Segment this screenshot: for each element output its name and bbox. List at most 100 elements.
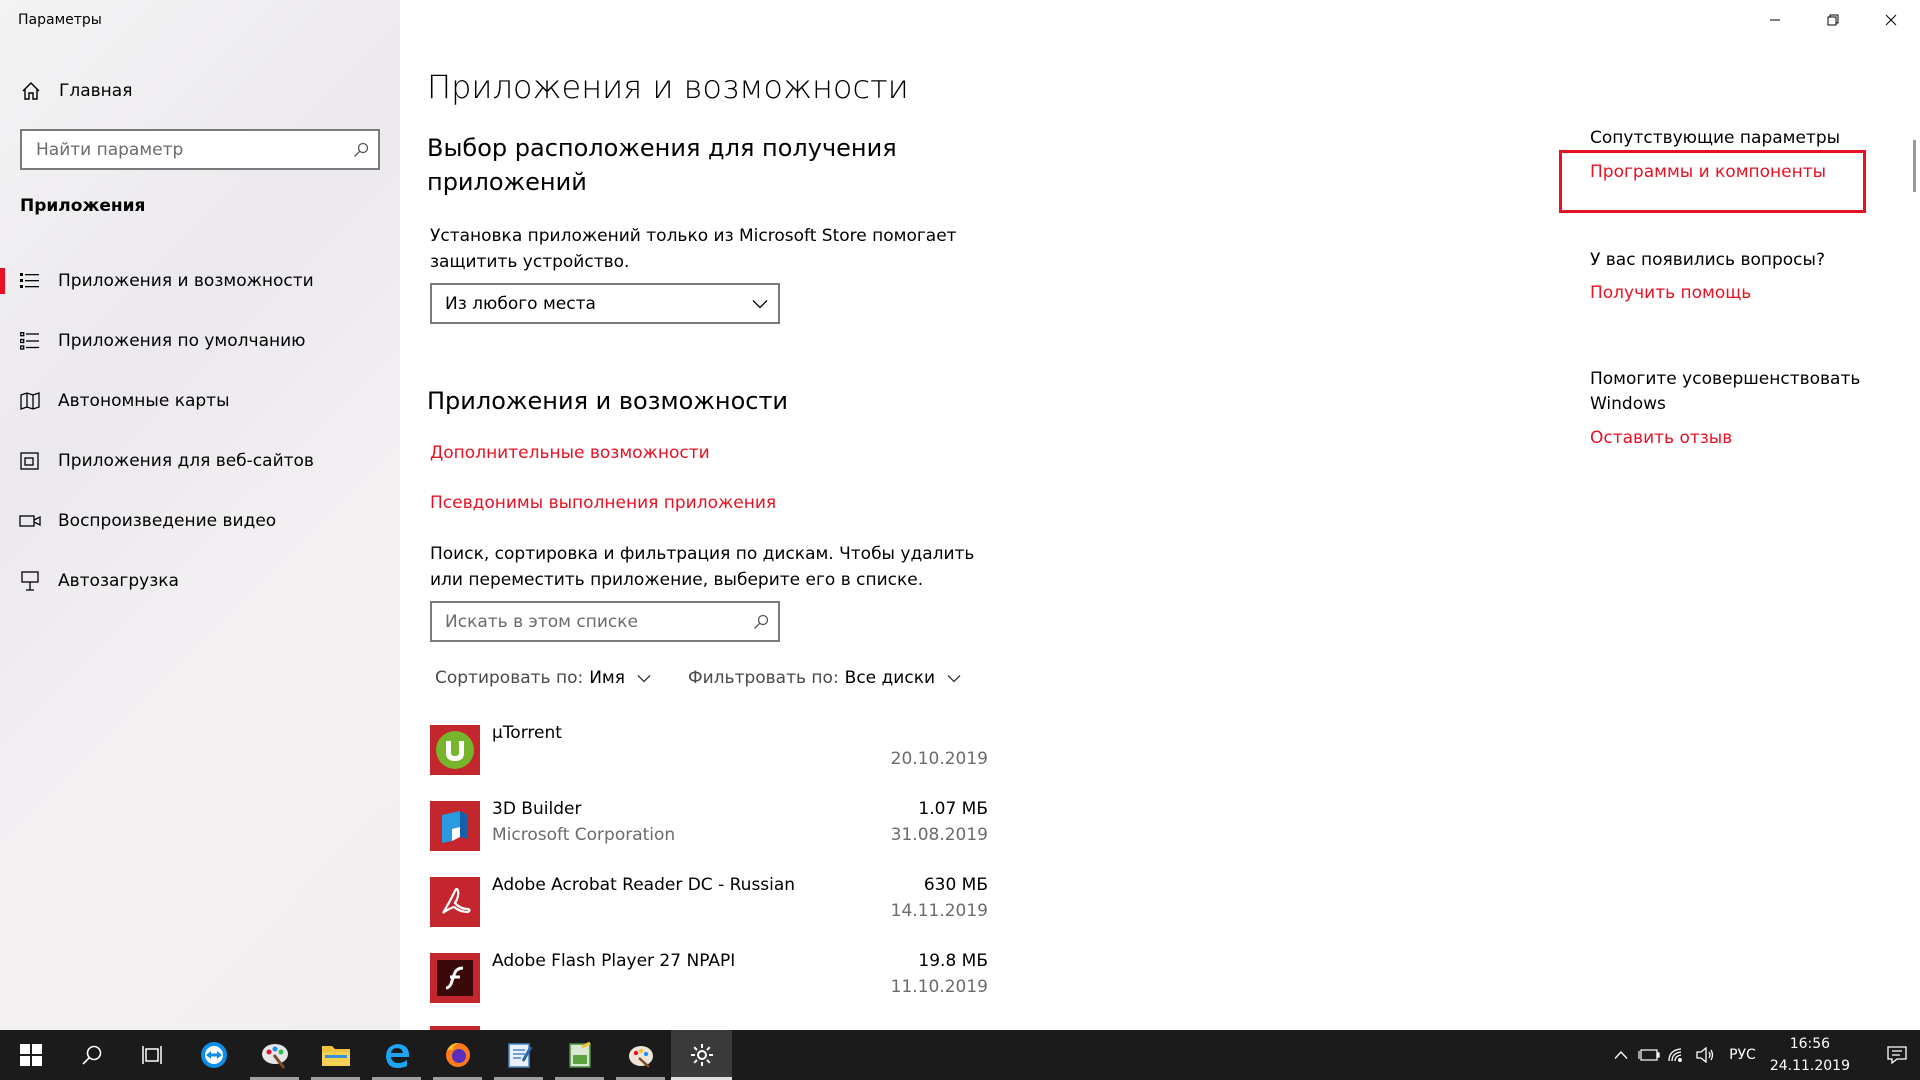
sidebar-item-label: Приложения и возможности <box>58 271 314 291</box>
sidebar-item-apps-for-websites[interactable]: Приложения для веб-сайтов <box>0 438 400 484</box>
notification-icon <box>1887 1046 1907 1064</box>
taskbar-clock[interactable]: 16:56 24.11.2019 <box>1770 1033 1850 1077</box>
sidebar-item-video-playback[interactable]: Воспроизведение видео <box>0 498 400 544</box>
action-center-button[interactable] <box>1874 1030 1920 1080</box>
chevron-down-icon <box>752 299 768 308</box>
volume-button[interactable] <box>1691 1030 1719 1080</box>
window-controls <box>1746 0 1920 40</box>
sidebar-item-offline-maps[interactable]: Автономные карты <box>0 378 400 424</box>
apps-list-search-input[interactable] <box>432 603 744 640</box>
apps-features-heading: Приложения и возможности <box>427 387 789 415</box>
settings-search-input[interactable] <box>22 131 344 168</box>
battery-button[interactable] <box>1635 1030 1663 1080</box>
minimize-button[interactable] <box>1746 0 1804 40</box>
paint-app-icon <box>261 1044 288 1069</box>
give-feedback-link[interactable]: Оставить отзыв <box>1590 428 1732 448</box>
search-icon <box>744 605 778 639</box>
start-button[interactable] <box>0 1030 61 1080</box>
app-size: 19.8 МБ <box>918 951 988 971</box>
taskbar-app-paint3d[interactable] <box>610 1030 671 1080</box>
questions-heading: У вас появились вопросы? <box>1590 250 1825 270</box>
install-source-dropdown[interactable]: Из любого места <box>430 283 780 324</box>
settings-search[interactable] <box>20 129 380 170</box>
related-settings-heading: Сопутствующие параметры <box>1590 128 1841 148</box>
offline-maps-icon <box>19 390 41 412</box>
paint3d-icon <box>628 1046 653 1068</box>
sidebar-item-label: Приложения для веб-сайтов <box>58 451 314 471</box>
scrollbar[interactable] <box>1913 140 1916 192</box>
sort-dropdown[interactable]: Сортировать по: Имя <box>435 668 651 688</box>
search-icon <box>344 133 378 167</box>
file-explorer-icon <box>321 1046 350 1066</box>
taskbar-app-file-explorer[interactable] <box>305 1030 366 1080</box>
sidebar-section-title: Приложения <box>20 196 146 216</box>
filter-dropdown[interactable]: Фильтровать по: Все диски <box>688 668 961 688</box>
sidebar-item-apps-features[interactable]: Приложения и возможности <box>0 258 400 304</box>
task-view-icon <box>141 1046 162 1064</box>
restore-icon <box>1827 14 1839 26</box>
get-help-link[interactable]: Получить помощь <box>1590 283 1751 303</box>
taskbar-app-firefox[interactable] <box>427 1030 488 1080</box>
restore-button[interactable] <box>1804 0 1862 40</box>
startup-icon <box>19 570 41 592</box>
wifi-icon <box>1668 1048 1683 1062</box>
input-language-indicator[interactable]: РУС <box>1729 1047 1756 1063</box>
optional-features-link[interactable]: Дополнительные возможности <box>430 443 710 463</box>
home-icon <box>20 80 42 102</box>
video-playback-icon <box>19 510 41 532</box>
sidebar-item-default-apps[interactable]: Приложения по умолчанию <box>0 318 400 364</box>
system-tray: РУС 16:56 24.11.2019 <box>1607 1030 1920 1080</box>
install-location-description: Установка приложений только из Microsoft… <box>430 226 957 272</box>
task-view-button[interactable] <box>122 1030 183 1080</box>
taskbar-app-edge[interactable] <box>366 1030 427 1080</box>
flash-player-icon <box>430 953 480 1003</box>
close-button[interactable] <box>1862 0 1920 40</box>
close-icon <box>1885 14 1897 26</box>
start-icon <box>19 1044 42 1066</box>
app-size: 1.07 МБ <box>918 799 988 819</box>
sidebar-item-label: Автономные карты <box>58 391 230 411</box>
app-date: 11.10.2019 <box>890 977 988 997</box>
taskbar-search-button[interactable] <box>61 1030 122 1080</box>
highlight-box <box>1559 150 1866 213</box>
taskbar-app-notepad[interactable] <box>549 1030 610 1080</box>
clock-date: 24.11.2019 <box>1769 1058 1850 1074</box>
apps-list-search[interactable] <box>430 601 780 642</box>
app-name: 3D Builder <box>492 799 582 819</box>
app-date: 31.08.2019 <box>890 825 988 845</box>
apps-list-description: Поиск, сортировка и фильтрация по дискам… <box>430 544 975 590</box>
app-list-item[interactable]: Adobe Flash Player 27 NPAPI 19.8 МБ 11.1… <box>430 949 988 1009</box>
app-publisher: Microsoft Corporation <box>492 825 676 845</box>
clock-time: 16:56 <box>1789 1036 1831 1052</box>
teamviewer-icon <box>200 1042 227 1068</box>
network-button[interactable] <box>1663 1030 1691 1080</box>
filter-label: Фильтровать по: <box>688 668 839 688</box>
app-list-item[interactable]: Adobe Acrobat Reader DC - Russian 630 МБ… <box>430 873 988 933</box>
taskbar-app-text-editor[interactable] <box>488 1030 549 1080</box>
filter-value: Все диски <box>844 668 936 688</box>
sort-value: Имя <box>589 668 625 688</box>
taskbar-app-paint[interactable] <box>244 1030 305 1080</box>
app-list-item[interactable]: 3D Builder Microsoft Corporation 1.07 МБ… <box>430 797 988 857</box>
firefox-icon <box>445 1043 470 1067</box>
utorrent-icon <box>430 725 480 775</box>
apps-for-websites-icon <box>19 450 41 472</box>
acrobat-reader-icon <box>430 877 480 927</box>
sidebar-item-startup[interactable]: Автозагрузка <box>0 558 400 604</box>
edge-icon <box>385 1044 409 1068</box>
show-hidden-icons-button[interactable] <box>1607 1030 1635 1080</box>
chevron-down-icon <box>637 674 651 683</box>
app-date: 14.11.2019 <box>890 901 988 921</box>
taskbar-app-settings[interactable] <box>671 1030 732 1080</box>
app-execution-aliases-link[interactable]: Псевдонимы выполнения приложения <box>430 493 776 513</box>
app-name: Adobe Flash Player 27 NPAPI <box>492 951 736 971</box>
taskbar-app-teamviewer[interactable] <box>183 1030 244 1080</box>
chevron-up-icon <box>1614 1051 1628 1059</box>
app-list-item[interactable]: µTorrent 20.10.2019 <box>430 721 988 781</box>
volume-icon <box>1696 1047 1714 1063</box>
sidebar-item-label: Воспроизведение видео <box>58 511 277 531</box>
sidebar: Параметры Главная Приложения Приложения … <box>0 0 400 1030</box>
sidebar-home[interactable]: Главная <box>20 79 132 103</box>
3d-builder-icon <box>430 801 480 851</box>
main-content: Приложения и возможности Выбор расположе… <box>400 0 1920 1030</box>
